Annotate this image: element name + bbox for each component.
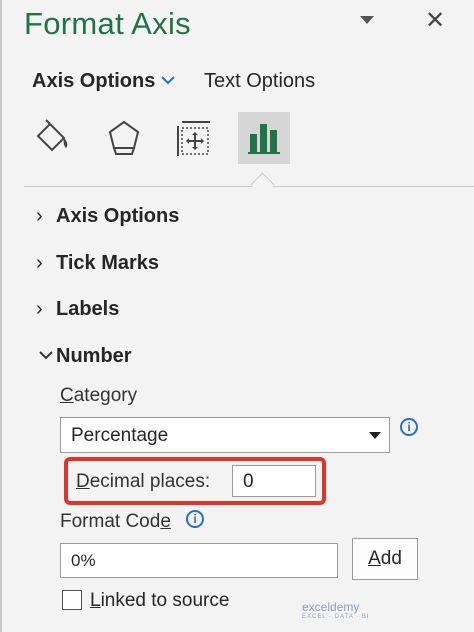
tab-axis-options[interactable]: Axis Options	[32, 70, 155, 93]
linked-to-source-label: Linked to source	[90, 590, 230, 611]
pane-options-dropdown-icon[interactable]	[360, 16, 374, 24]
add-button[interactable]: Add	[352, 538, 418, 580]
section-axis-options[interactable]: › Axis Options	[36, 205, 179, 228]
section-labels[interactable]: › Labels	[36, 298, 119, 321]
category-select[interactable]: Percentage	[60, 417, 390, 453]
format-code-label: Format Code	[60, 511, 171, 532]
watermark: exceldemy EXCEL · DATA · BI	[302, 600, 370, 620]
dropdown-arrow-icon[interactable]	[369, 432, 381, 439]
category-selected-value: Percentage	[71, 425, 169, 446]
close-icon[interactable]: ✕	[425, 6, 445, 35]
size-properties-icon[interactable]	[168, 112, 220, 164]
pane-title: Format Axis	[24, 6, 191, 41]
tab-text-options[interactable]: Text Options	[204, 70, 315, 93]
watermark-tagline: EXCEL · DATA · BI	[302, 614, 370, 620]
chevron-right-icon: ›	[36, 298, 43, 320]
info-icon[interactable]: i	[186, 510, 204, 528]
decimal-places-label: Decimal places:	[76, 471, 211, 492]
watermark-name: exceldemy	[302, 600, 360, 614]
chevron-right-icon: ›	[36, 205, 43, 227]
info-icon[interactable]: i	[400, 418, 418, 436]
section-number[interactable]: Number	[36, 345, 132, 368]
tab-pointer	[250, 172, 275, 197]
section-tick-marks[interactable]: › Tick Marks	[36, 252, 159, 275]
chevron-right-icon: ›	[36, 252, 43, 274]
section-divider	[24, 186, 474, 187]
pane-left-border	[0, 0, 2, 632]
category-label: Category	[60, 385, 138, 406]
chevron-down-icon	[39, 351, 53, 360]
axis-options-icon[interactable]	[238, 112, 290, 164]
decimal-places-input[interactable]: 0	[232, 465, 316, 497]
linked-to-source-checkbox[interactable]	[62, 590, 82, 610]
chevron-down-icon[interactable]	[160, 72, 176, 88]
fill-line-icon[interactable]	[28, 112, 80, 164]
effects-icon[interactable]	[98, 112, 150, 164]
format-code-input[interactable]: 0%	[60, 543, 338, 578]
